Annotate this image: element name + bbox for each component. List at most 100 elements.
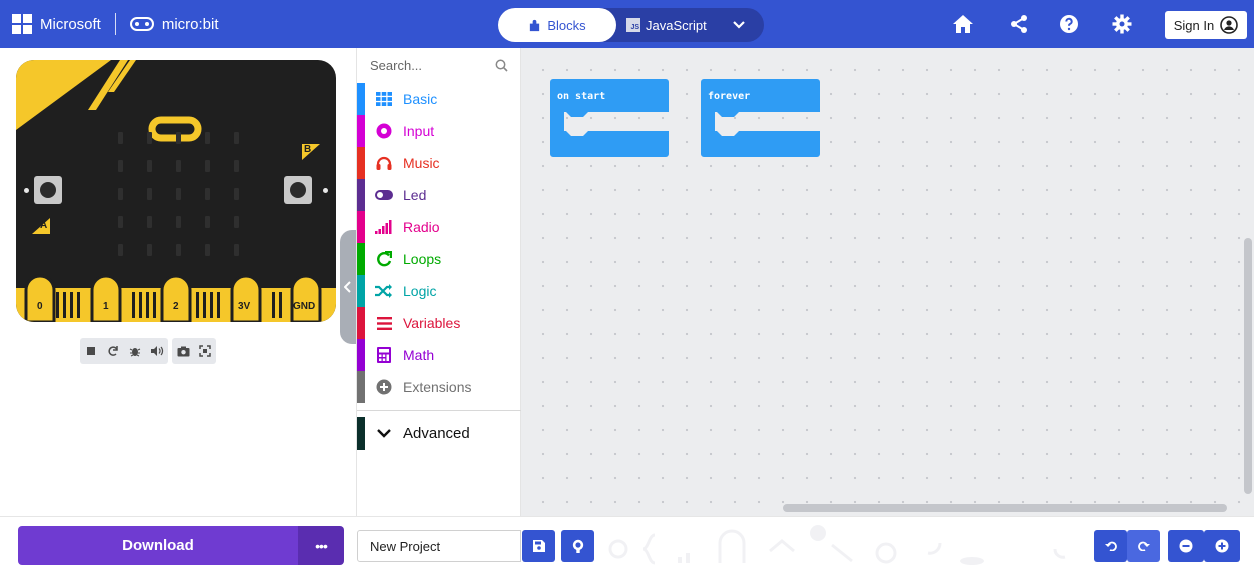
language-dropdown-button[interactable] (724, 8, 754, 42)
top-menu-bar: Microsoft micro:bit Blocks JS JavaScript… (0, 0, 1254, 48)
settings-button[interactable] (1110, 12, 1134, 36)
redo-button[interactable] (1127, 530, 1160, 562)
category-color-bar (357, 243, 365, 275)
microsoft-logo-icon (12, 14, 32, 34)
grid-icon (374, 92, 394, 106)
pin-2-label: 2 (173, 301, 179, 312)
category-logic[interactable]: Logic (357, 275, 522, 307)
share-button[interactable] (1007, 12, 1031, 36)
category-radio[interactable]: Radio (357, 211, 522, 243)
settings-icon (1112, 14, 1132, 34)
zoom-in-button[interactable] (1204, 530, 1240, 562)
category-music[interactable]: Music (357, 147, 522, 179)
mute-button[interactable] (146, 338, 168, 364)
puzzle-icon (530, 19, 540, 31)
led (205, 160, 210, 172)
category-color-bar (357, 417, 365, 450)
category-loops[interactable]: Loops (357, 243, 522, 275)
pin-gnd-label: GND (293, 301, 316, 312)
calculator-icon (374, 347, 394, 363)
simulator-view-controls (172, 338, 216, 364)
editor-mode-toggle: Blocks JS JavaScript (498, 8, 764, 42)
signal-icon (374, 220, 394, 234)
category-input[interactable]: Input (357, 115, 522, 147)
category-label: Input (403, 123, 435, 139)
save-icon (532, 540, 545, 552)
search-input[interactable] (361, 51, 491, 79)
sign-in-button[interactable]: Sign In (1165, 11, 1247, 39)
category-label: Math (403, 347, 435, 363)
chevron-down-icon (733, 21, 745, 29)
download-options-button[interactable]: ••• (298, 526, 344, 565)
redo-icon (1137, 541, 1150, 551)
led (147, 132, 152, 144)
fullscreen-icon (199, 345, 211, 357)
category-color-bar (357, 275, 365, 307)
github-button[interactable] (561, 530, 594, 562)
category-variables[interactable]: Variables (357, 307, 522, 339)
led (118, 188, 123, 200)
category-led[interactable]: Led (357, 179, 522, 211)
forever-block[interactable]: forever (701, 79, 820, 157)
tab-blocks[interactable]: Blocks (498, 8, 616, 42)
led (118, 160, 123, 172)
microsoft-brand-label: Microsoft (40, 15, 101, 33)
tab-javascript[interactable]: JS JavaScript (626, 8, 707, 42)
blocks-workspace[interactable]: on start forever (521, 48, 1254, 516)
button-a-dot (24, 188, 29, 193)
button-a-cap (40, 182, 56, 198)
horizontal-scrollbar[interactable] (783, 504, 1227, 512)
category-color-bar (357, 211, 365, 243)
button-a[interactable] (34, 176, 62, 204)
led (234, 244, 239, 256)
on-start-block[interactable]: on start (550, 79, 669, 157)
zoom-out-button[interactable] (1168, 530, 1204, 562)
javascript-icon: JS (626, 18, 640, 32)
category-color-bar (357, 147, 365, 179)
led (147, 216, 152, 228)
category-advanced[interactable]: Advanced (357, 417, 522, 450)
category-color-bar (357, 115, 365, 147)
download-button[interactable]: Download (18, 526, 298, 565)
restart-button[interactable] (102, 338, 124, 364)
led (234, 160, 239, 172)
help-button[interactable] (1057, 12, 1081, 36)
mute-icon (151, 346, 164, 356)
button-a-label: A (32, 218, 50, 234)
undo-button[interactable] (1094, 530, 1127, 562)
footer-decoration (608, 525, 1066, 565)
search-icon[interactable] (493, 57, 509, 73)
stop-button[interactable] (80, 338, 102, 364)
sign-in-label: Sign In (1173, 17, 1215, 33)
toolbox-search (361, 51, 517, 79)
home-button[interactable] (951, 12, 975, 36)
led (147, 244, 152, 256)
category-extensions[interactable]: Extensions (357, 371, 522, 403)
home-icon (953, 15, 973, 33)
led (234, 216, 239, 228)
button-b[interactable] (284, 176, 312, 204)
user-icon (1220, 16, 1239, 34)
chevron-down-icon (374, 429, 394, 438)
screenshot-button[interactable] (172, 338, 194, 364)
collapse-simulator-handle[interactable] (340, 230, 356, 344)
plus-icon (374, 379, 394, 395)
category-basic[interactable]: Basic (357, 83, 522, 115)
debug-button[interactable] (124, 338, 146, 364)
microbit-logo-icon (129, 17, 154, 31)
vertical-scrollbar[interactable] (1244, 238, 1252, 494)
fullscreen-button[interactable] (194, 338, 216, 364)
category-label: Advanced (403, 425, 470, 442)
brand-area[interactable]: Microsoft micro:bit (12, 0, 219, 48)
loop-icon (374, 251, 394, 267)
button-b-label: B (302, 144, 320, 160)
category-math[interactable]: Math (357, 339, 522, 371)
led (147, 188, 152, 200)
input-icon (374, 123, 394, 139)
led (234, 188, 239, 200)
microbit-board[interactable]: A B 0 1 2 3V GND (16, 60, 336, 322)
toggle-icon (374, 190, 394, 200)
led (176, 160, 181, 172)
save-button[interactable] (522, 530, 555, 562)
project-name-input[interactable] (357, 530, 521, 562)
